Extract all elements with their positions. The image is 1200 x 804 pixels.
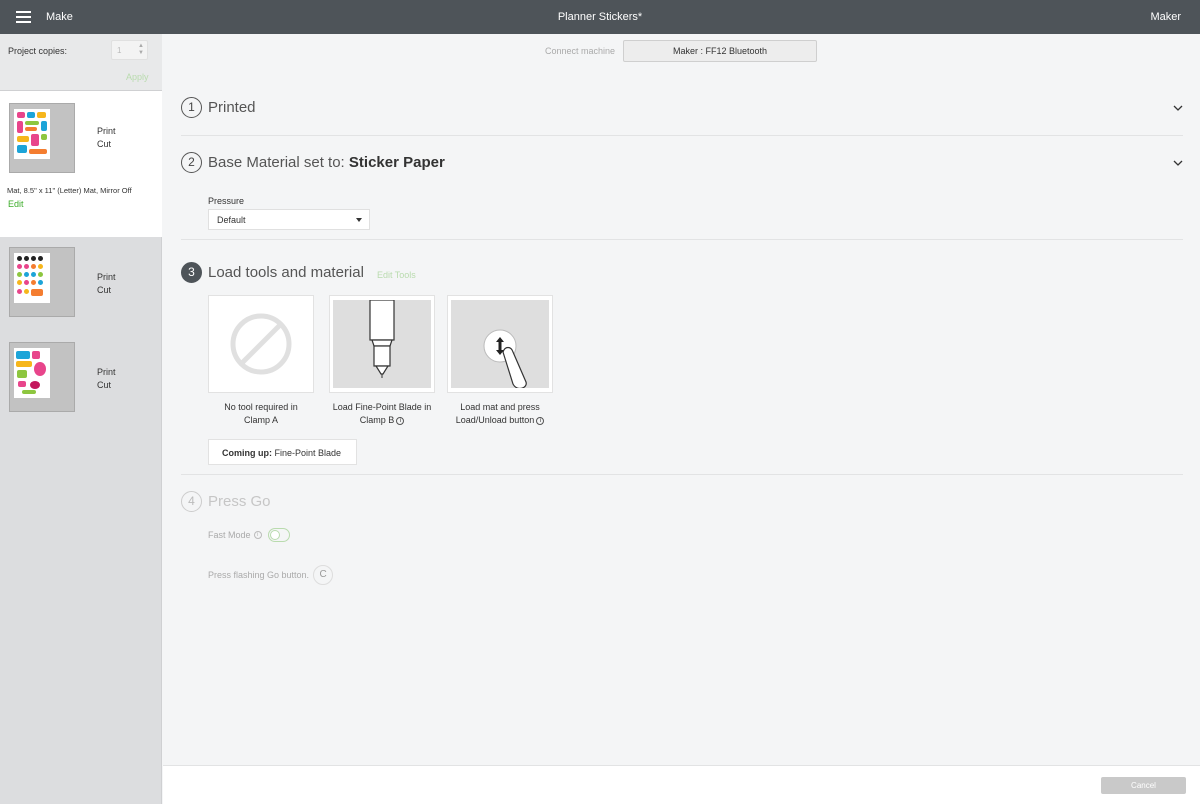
top-bar: Make Planner Stickers* Maker: [0, 0, 1200, 34]
cancel-button[interactable]: Cancel: [1101, 777, 1186, 794]
info-icon[interactable]: i: [396, 416, 405, 425]
mat-operation-print: Print: [97, 367, 116, 377]
footer: Cancel: [163, 765, 1200, 804]
press-go-label: Press flashing Go button.: [208, 570, 310, 580]
chevron-down-icon[interactable]: [1173, 103, 1183, 113]
tool-caption-load-mat: Load mat and press Load/Unload button i: [435, 401, 565, 427]
project-copies-stepper[interactable]: 1 ▲ ▼: [111, 40, 148, 60]
step-number-4: 4: [181, 491, 202, 512]
sidebar: Project copies: 1 ▲ ▼ Apply Print Cut Ma…: [0, 34, 162, 804]
stepper-arrows-icon[interactable]: ▲ ▼: [138, 43, 144, 57]
base-material-value: Sticker Paper: [348, 154, 445, 171]
fast-mode-toggle[interactable]: [267, 528, 290, 542]
base-material-label: Base Material set to:: [208, 154, 349, 171]
divider: [181, 239, 1183, 240]
step-title-press-go: Press Go: [208, 493, 271, 510]
project-copies-value: 1: [117, 46, 122, 55]
machine-name: Maker: [1150, 11, 1181, 23]
info-icon[interactable]: i: [536, 416, 545, 425]
tool-caption-clamp-a: No tool required in Clamp A: [224, 402, 298, 425]
step-number-1: 1: [181, 97, 202, 118]
tool-caption-clamp-b: Load Fine-Point Blade in Clamp Bi: [332, 402, 432, 425]
fast-mode-row: Fast Mode i: [208, 528, 290, 542]
chevron-down-icon[interactable]: [1173, 158, 1183, 168]
step-number-2: 2: [181, 152, 202, 173]
press-go-row: Press flashing Go button. C: [208, 565, 334, 585]
step-printed[interactable]: 1 Printed: [181, 97, 256, 118]
mat-thumbnail: [9, 247, 75, 317]
mat-item-3[interactable]: Print Cut: [0, 332, 162, 427]
no-tool-icon: [212, 300, 310, 388]
main-content: Connect machine Maker : FF12 Bluetooth 1…: [163, 34, 1200, 765]
project-copies-label: Project copies:: [8, 46, 68, 56]
pressure-value: Default: [217, 215, 246, 225]
step-press-go: 4 Press Go: [181, 491, 271, 512]
go-button-icon: C: [313, 565, 334, 585]
mat-thumbnail: [9, 342, 75, 412]
apply-button[interactable]: Apply: [126, 72, 149, 82]
divider: [181, 135, 1183, 136]
step-title-load-tools: Load tools and material: [208, 264, 364, 281]
connect-machine-label: Connect machine: [545, 46, 616, 56]
caret-down-icon: [356, 218, 362, 222]
step-base-material[interactable]: 2 Base Material set to: Sticker Paper: [181, 152, 445, 173]
mat-item-2[interactable]: Print Cut: [0, 237, 162, 332]
tool-card-clamp-a: [208, 295, 314, 393]
fast-mode-label: Fast Mode: [208, 530, 251, 540]
tool-card-load-mat: [447, 295, 553, 393]
coming-up-box: Coming up: Fine-Point Blade: [208, 439, 357, 465]
tool-card-clamp-b: [329, 295, 435, 393]
coming-up-label: Coming up:: [222, 448, 272, 458]
load-unload-button-icon: [451, 300, 549, 390]
connect-machine-button[interactable]: Maker : FF12 Bluetooth: [623, 40, 817, 62]
info-icon[interactable]: i: [253, 531, 262, 539]
project-copies-panel: Project copies: 1 ▲ ▼ Apply: [0, 34, 162, 91]
mat-operation-print: Print: [97, 126, 116, 136]
step-title-printed: Printed: [208, 99, 256, 116]
edit-mat-link[interactable]: Edit: [8, 199, 24, 209]
divider: [181, 474, 1183, 475]
mat-operation-cut: Cut: [97, 139, 112, 149]
mat-operation-print: Print: [97, 272, 116, 282]
pressure-select[interactable]: Default: [208, 209, 370, 230]
fine-point-blade-icon: [333, 299, 431, 388]
mat-thumbnail: [9, 103, 75, 173]
mat-operation-cut: Cut: [97, 380, 112, 390]
edit-tools-link[interactable]: Edit Tools: [377, 270, 416, 280]
coming-up-value: Fine-Point Blade: [274, 448, 342, 458]
step-number-3: 3: [181, 262, 202, 283]
step-load-tools: 3 Load tools and material Edit Tools: [181, 262, 416, 283]
pressure-label: Pressure: [208, 196, 245, 206]
project-title: Planner Stickers*: [557, 11, 643, 23]
mat-info: Mat, 8.5" x 11" (Letter) Mat, Mirror Off: [7, 186, 132, 195]
mat-operation-cut: Cut: [97, 285, 112, 295]
mat-item-1[interactable]: Print Cut Mat, 8.5" x 11" (Letter) Mat, …: [0, 91, 162, 237]
